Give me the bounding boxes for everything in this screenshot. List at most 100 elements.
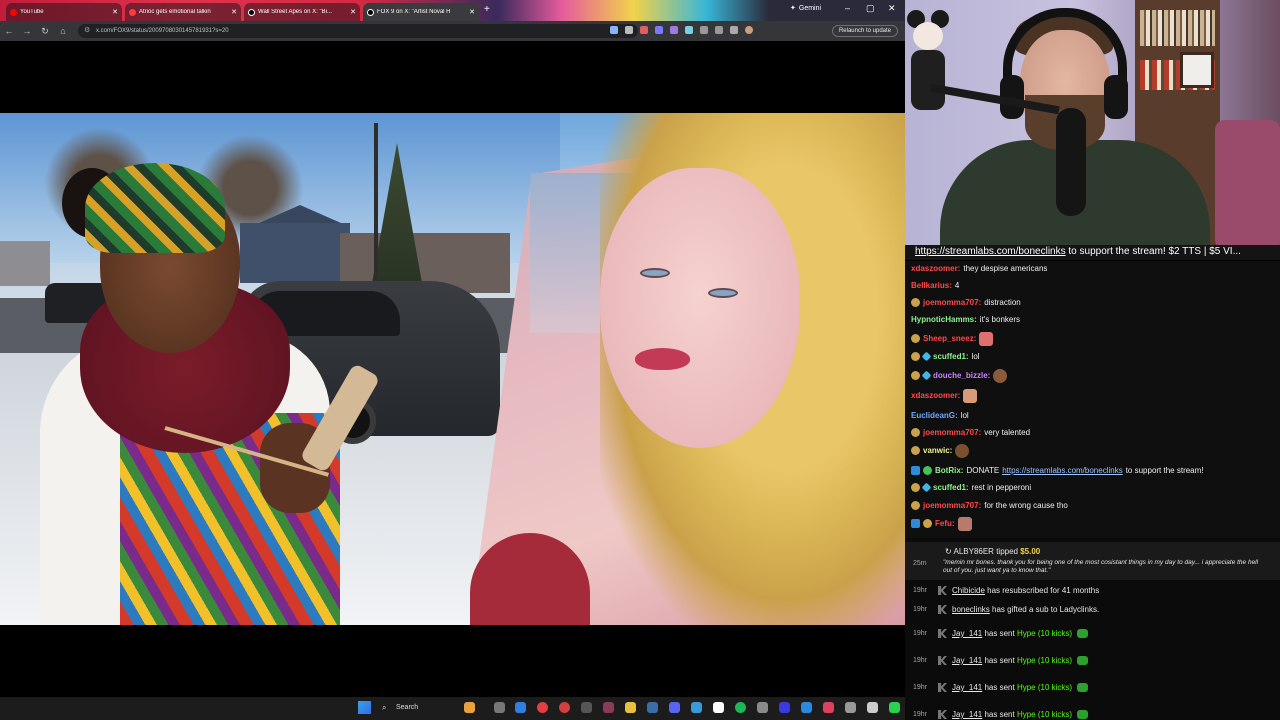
profile-chip[interactable]: ✦ Gemini: [790, 4, 822, 13]
site-info-icon[interactable]: ⚙: [84, 24, 90, 38]
tab-wallstreetapes[interactable]: Wall Street Apes on X: "Bi... ✕: [244, 3, 360, 21]
reload-icon[interactable]: ↻: [36, 26, 54, 37]
windows-start-icon[interactable]: [358, 701, 371, 714]
gem-badge-icon: [921, 370, 932, 381]
app-icon[interactable]: [603, 702, 614, 713]
screen: { "browser": { "tabs": [ {"label": "YouT…: [0, 0, 1280, 720]
tab-fox9[interactable]: FOX 9 on X: "Artist Noval H ✕: [363, 3, 479, 21]
chat-username[interactable]: Bellkarius:: [911, 278, 952, 293]
chat-username[interactable]: xdaszoomer:: [911, 261, 960, 276]
ticker-text: to support the stream! $2 TTS | $5 VI...: [1065, 246, 1241, 257]
chat-username[interactable]: scuffed1:: [933, 480, 969, 495]
taskview-icon[interactable]: [494, 702, 505, 713]
clover-badge-icon: [923, 466, 932, 475]
browser-toolbar: ← → ↻ ⌂ ⚙ x.com/FOX9/status/200970803014…: [0, 21, 905, 41]
minimize-icon[interactable]: –: [845, 3, 850, 13]
app-icon[interactable]: [845, 702, 856, 713]
chat-username[interactable]: joemomma707:: [923, 498, 981, 513]
close-icon[interactable]: ✕: [469, 8, 475, 16]
app-icon[interactable]: [801, 702, 812, 713]
chat-username[interactable]: BotRix:: [935, 463, 963, 478]
app-icon[interactable]: [713, 702, 724, 713]
puzzle-icon[interactable]: [700, 26, 708, 34]
url-bar[interactable]: ⚙ x.com/FOX9/status/2009708030145781931?…: [78, 24, 638, 38]
event-user[interactable]: Jay_141: [952, 629, 982, 638]
chat-username[interactable]: Fefu:: [935, 516, 955, 531]
app-icon[interactable]: [581, 702, 592, 713]
home-icon[interactable]: ⌂: [54, 26, 72, 36]
close-icon[interactable]: ✕: [350, 8, 356, 16]
download-icon[interactable]: [730, 26, 738, 34]
extension-icon[interactable]: [685, 26, 693, 34]
chat-link[interactable]: https://streamlabs.com/boneclinks: [1002, 463, 1123, 478]
chat-username[interactable]: Sheep_sneez:: [923, 331, 976, 346]
tab-youtube[interactable]: YouTube ✕: [6, 3, 122, 21]
chat-username[interactable]: joemomma707:: [923, 425, 981, 440]
chat-username[interactable]: joemomma707:: [923, 295, 981, 310]
event-item: 19hr Jay_141 has sent Hype (10 kicks): [913, 710, 1089, 719]
chat-username[interactable]: douche_bizzle:: [933, 368, 990, 383]
new-tab-button[interactable]: +: [484, 4, 490, 15]
chat-username[interactable]: EuclideanG:: [911, 408, 958, 423]
chat-username[interactable]: HypnoticHamms:: [911, 312, 977, 327]
back-icon[interactable]: ←: [0, 26, 18, 36]
sidepanel-icon[interactable]: [715, 26, 723, 34]
app-icon[interactable]: [559, 702, 570, 713]
close-window-icon[interactable]: ✕: [888, 3, 896, 14]
app-icon[interactable]: [867, 702, 878, 713]
forward-icon[interactable]: →: [18, 26, 36, 36]
spotify-icon[interactable]: [735, 702, 746, 713]
tip-user[interactable]: ALBY86ER: [953, 547, 993, 556]
tip-header: ↻ ALBY86ER tipped $5.00: [945, 547, 1040, 556]
close-icon[interactable]: ✕: [112, 8, 118, 16]
ticker-link[interactable]: https://streamlabs.com/boneclinks: [915, 246, 1066, 257]
tab-label: YouTube: [20, 9, 44, 15]
close-icon[interactable]: ✕: [231, 8, 237, 16]
app-icon[interactable]: [691, 702, 702, 713]
app-icon[interactable]: [779, 702, 790, 713]
relaunch-button[interactable]: Relaunch to update: [832, 25, 898, 37]
cast-icon[interactable]: [610, 26, 618, 34]
tab-atrioc[interactable]: Atrioc gets emotional talkin ✕: [125, 3, 241, 21]
event-user[interactable]: Chibicide: [952, 586, 985, 595]
folder-icon[interactable]: [625, 702, 636, 713]
event-text: has sent: [982, 683, 1017, 692]
widget-icon[interactable]: [464, 702, 475, 713]
chat-text: 4: [954, 281, 960, 290]
app-icon[interactable]: [823, 702, 834, 713]
tab-label: Atrioc gets emotional talkin: [139, 9, 211, 15]
bot-badge-icon: [911, 519, 920, 528]
avatar[interactable]: [745, 26, 753, 34]
kick-icon: [938, 586, 947, 595]
bookmark-star-icon[interactable]: [625, 26, 633, 34]
chat-username[interactable]: scuffed1:: [933, 349, 969, 364]
chrome-icon[interactable]: [537, 702, 548, 713]
discord-icon[interactable]: [669, 702, 680, 713]
sub-badge-icon: [911, 334, 920, 343]
painted-eye: [640, 268, 670, 278]
event-text: has gifted a sub to Ladyclinks.: [989, 605, 1100, 614]
app-icon[interactable]: [757, 702, 768, 713]
event-user[interactable]: boneclinks: [952, 605, 990, 614]
chat-username[interactable]: vanwic:: [923, 443, 952, 458]
event-text: has resubscribed for 41 months: [984, 586, 1100, 595]
steam-icon[interactable]: [647, 702, 658, 713]
chat-message: joemomma707: very talented: [911, 425, 1030, 440]
extension-icon[interactable]: [655, 26, 663, 34]
chat-message: vanwic:: [911, 443, 970, 458]
app-icon[interactable]: [889, 702, 900, 713]
headphone-cup: [1104, 75, 1128, 119]
edge-icon[interactable]: [515, 702, 526, 713]
taskbar-search[interactable]: ⌕ Search: [376, 700, 461, 716]
extension-icon[interactable]: [670, 26, 678, 34]
event-user[interactable]: Jay_141: [952, 710, 982, 719]
video-player[interactable]: [0, 113, 905, 625]
mickey-figure: [907, 10, 949, 120]
chat-username[interactable]: xdaszoomer:: [911, 388, 960, 403]
painted-eye: [708, 288, 738, 298]
event-user[interactable]: Jay_141: [952, 656, 982, 665]
profile-label: Gemini: [798, 4, 822, 12]
event-user[interactable]: Jay_141: [952, 683, 982, 692]
extension-icon[interactable]: [640, 26, 648, 34]
maximize-icon[interactable]: ▢: [866, 3, 875, 14]
